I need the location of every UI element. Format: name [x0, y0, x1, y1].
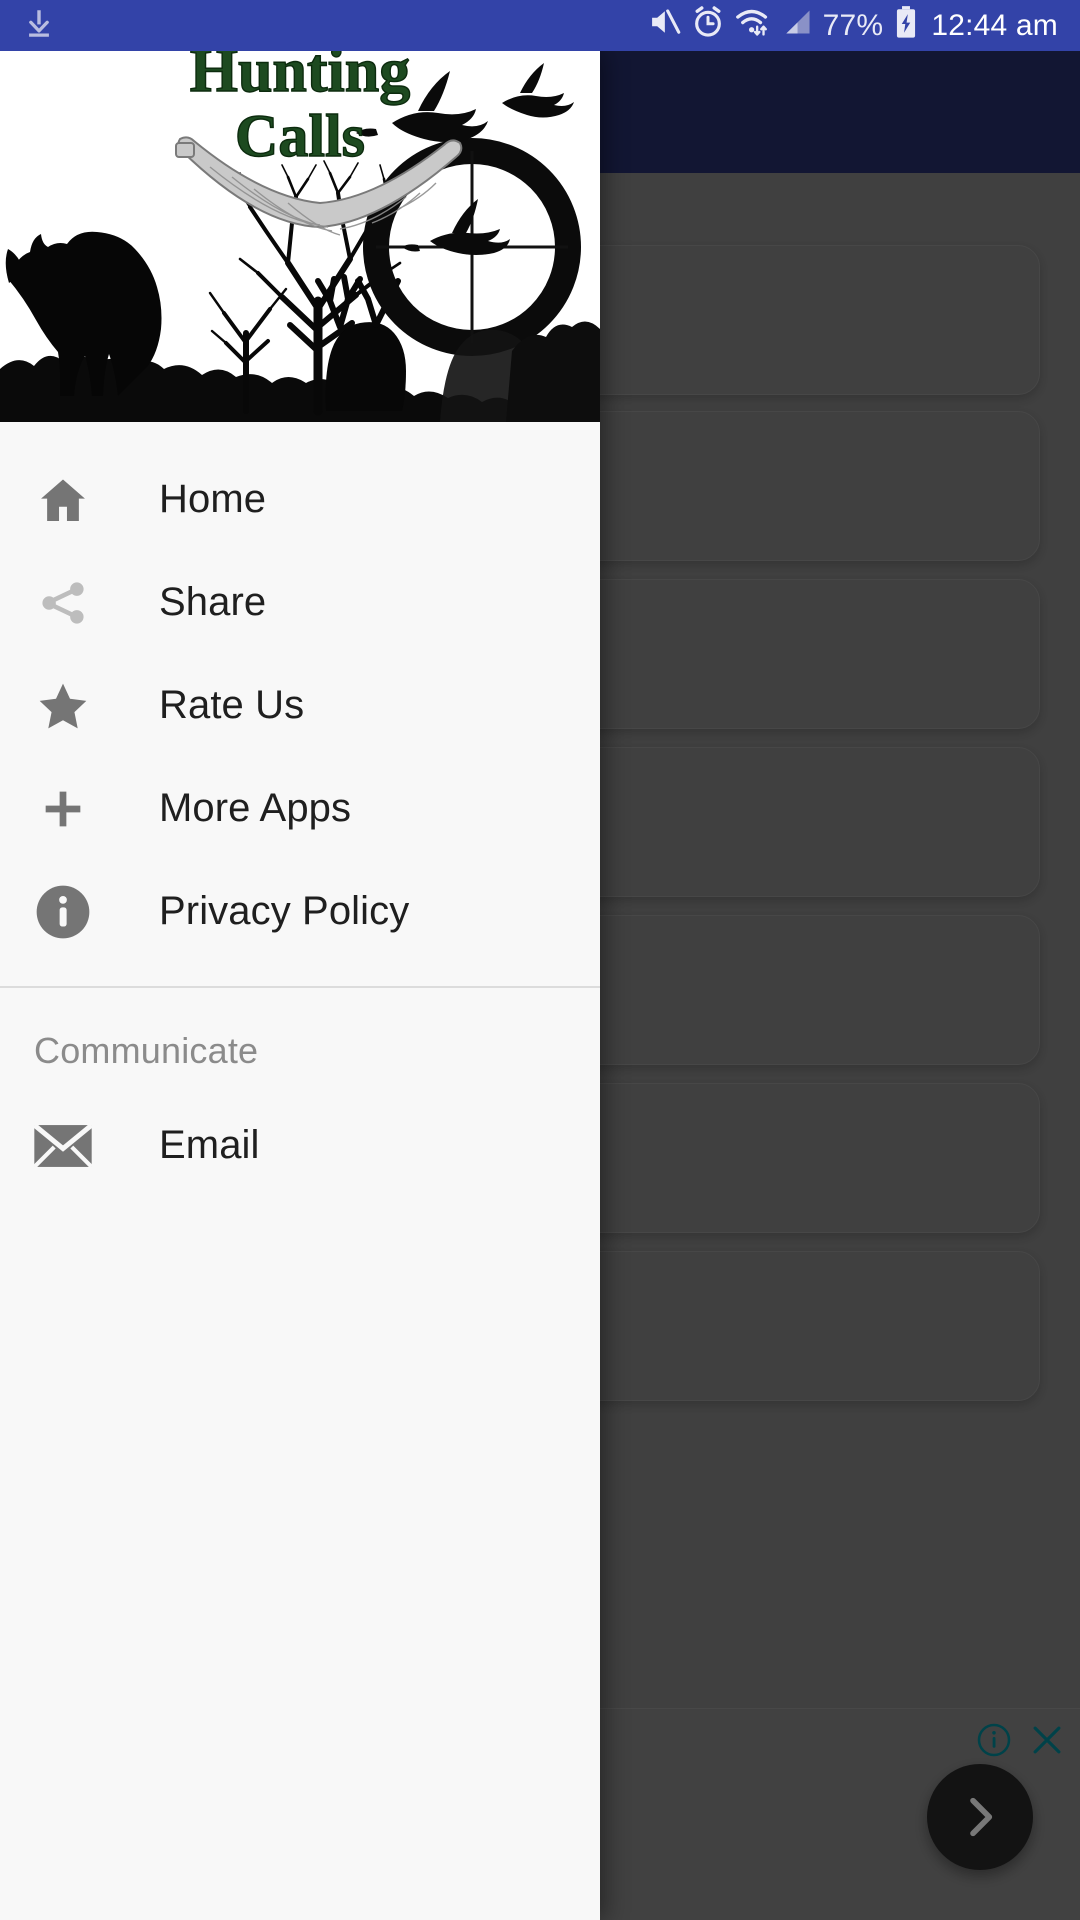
email-icon — [26, 1109, 100, 1183]
drawer-item-rate-us[interactable]: Rate Us — [0, 654, 600, 757]
drawer-item-label: Home — [159, 477, 267, 521]
drawer-item-label: Privacy Policy — [159, 889, 410, 933]
drawer-section-title: Communicate — [34, 1030, 259, 1071]
download-icon — [22, 6, 56, 45]
drawer-item-label: More Apps — [159, 786, 352, 830]
drawer-item-email[interactable]: Email — [0, 1094, 600, 1197]
status-right-icons: 77% 12:44 am — [647, 5, 1058, 47]
svg-text:Calls: Calls — [235, 103, 365, 169]
drawer-menu-list[interactable]: Home Share Rate Us More Apps Privacy Pol… — [0, 422, 600, 1197]
status-clock: 12:44 am — [931, 8, 1058, 42]
drawer-item-label: Share — [159, 580, 267, 624]
drawer-item-label: Rate Us — [159, 683, 305, 727]
share-icon — [26, 566, 100, 640]
star-icon — [26, 669, 100, 743]
signal-icon — [781, 5, 813, 47]
drawer-item-more-apps[interactable]: More Apps — [0, 757, 600, 860]
drawer-item-home[interactable]: Home — [0, 448, 600, 551]
alarm-icon — [691, 5, 725, 47]
home-icon — [26, 463, 100, 537]
drawer-item-privacy-policy[interactable]: Privacy Policy — [0, 860, 600, 963]
drawer-item-label: Email — [159, 1123, 260, 1167]
plus-icon — [26, 772, 100, 846]
battery-percent: 77% — [822, 8, 884, 42]
hunting-scene-artwork: Hunting Calls — [0, 51, 600, 422]
battery-charging-icon — [893, 5, 919, 47]
wifi-icon — [735, 5, 771, 47]
navigation-drawer[interactable]: Hunting Calls Home Share Rate Us More Ap… — [0, 51, 600, 1920]
drawer-item-share[interactable]: Share — [0, 551, 600, 654]
mute-icon — [647, 5, 681, 47]
status-bar: 77% 12:44 am — [0, 0, 1080, 51]
info-circle-icon — [26, 875, 100, 949]
svg-text:Hunting: Hunting — [190, 51, 411, 105]
drawer-header: Hunting Calls — [0, 51, 600, 422]
status-left-icons — [22, 6, 56, 45]
